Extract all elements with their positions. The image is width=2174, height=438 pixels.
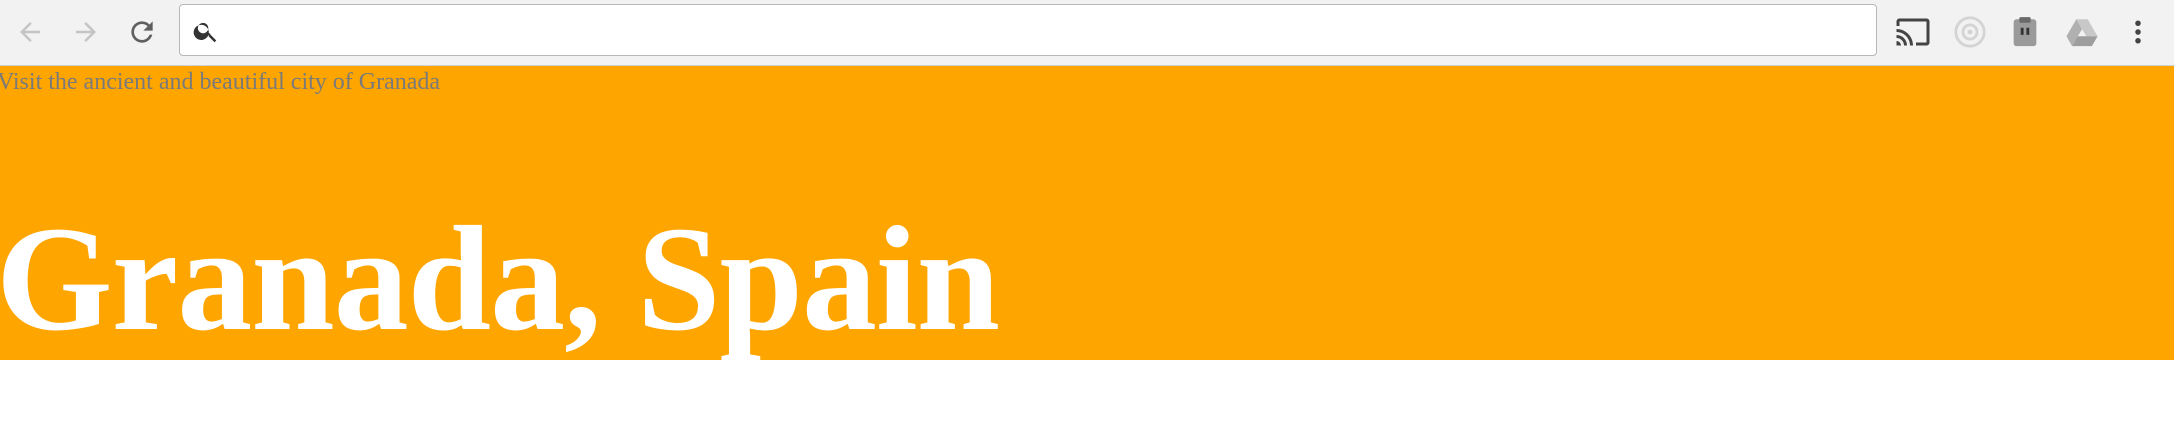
- arrow-right-icon: [76, 22, 96, 42]
- arrow-left-icon: [20, 22, 40, 42]
- forward-button[interactable]: [64, 10, 108, 54]
- address-input[interactable]: [232, 11, 1856, 51]
- cast-icon: [1896, 18, 1930, 46]
- more-vertical-icon: [2135, 20, 2141, 44]
- browser-menu-button[interactable]: [2118, 12, 2158, 52]
- cast-button[interactable]: [1893, 12, 1933, 52]
- reload-button[interactable]: [120, 10, 164, 54]
- browser-toolbar: [0, 0, 2174, 66]
- page-title: Granada, Spain: [0, 196, 1000, 362]
- extension-button-clipboard[interactable]: [2005, 12, 2045, 52]
- hero-banner: Visit the ancient and beautiful city of …: [0, 66, 2174, 360]
- clipboard-extension-icon: [2013, 17, 2037, 47]
- drive-button[interactable]: [2062, 12, 2102, 52]
- circle-extension-icon: [1954, 16, 1986, 48]
- extension-button-circle[interactable]: [1950, 12, 1990, 52]
- back-button[interactable]: [8, 10, 52, 54]
- address-bar[interactable]: [179, 4, 1877, 56]
- reload-icon: [131, 21, 153, 43]
- search-icon: [193, 22, 217, 43]
- drive-icon: [2066, 19, 2098, 47]
- hero-tagline: Visit the ancient and beautiful city of …: [0, 69, 441, 95]
